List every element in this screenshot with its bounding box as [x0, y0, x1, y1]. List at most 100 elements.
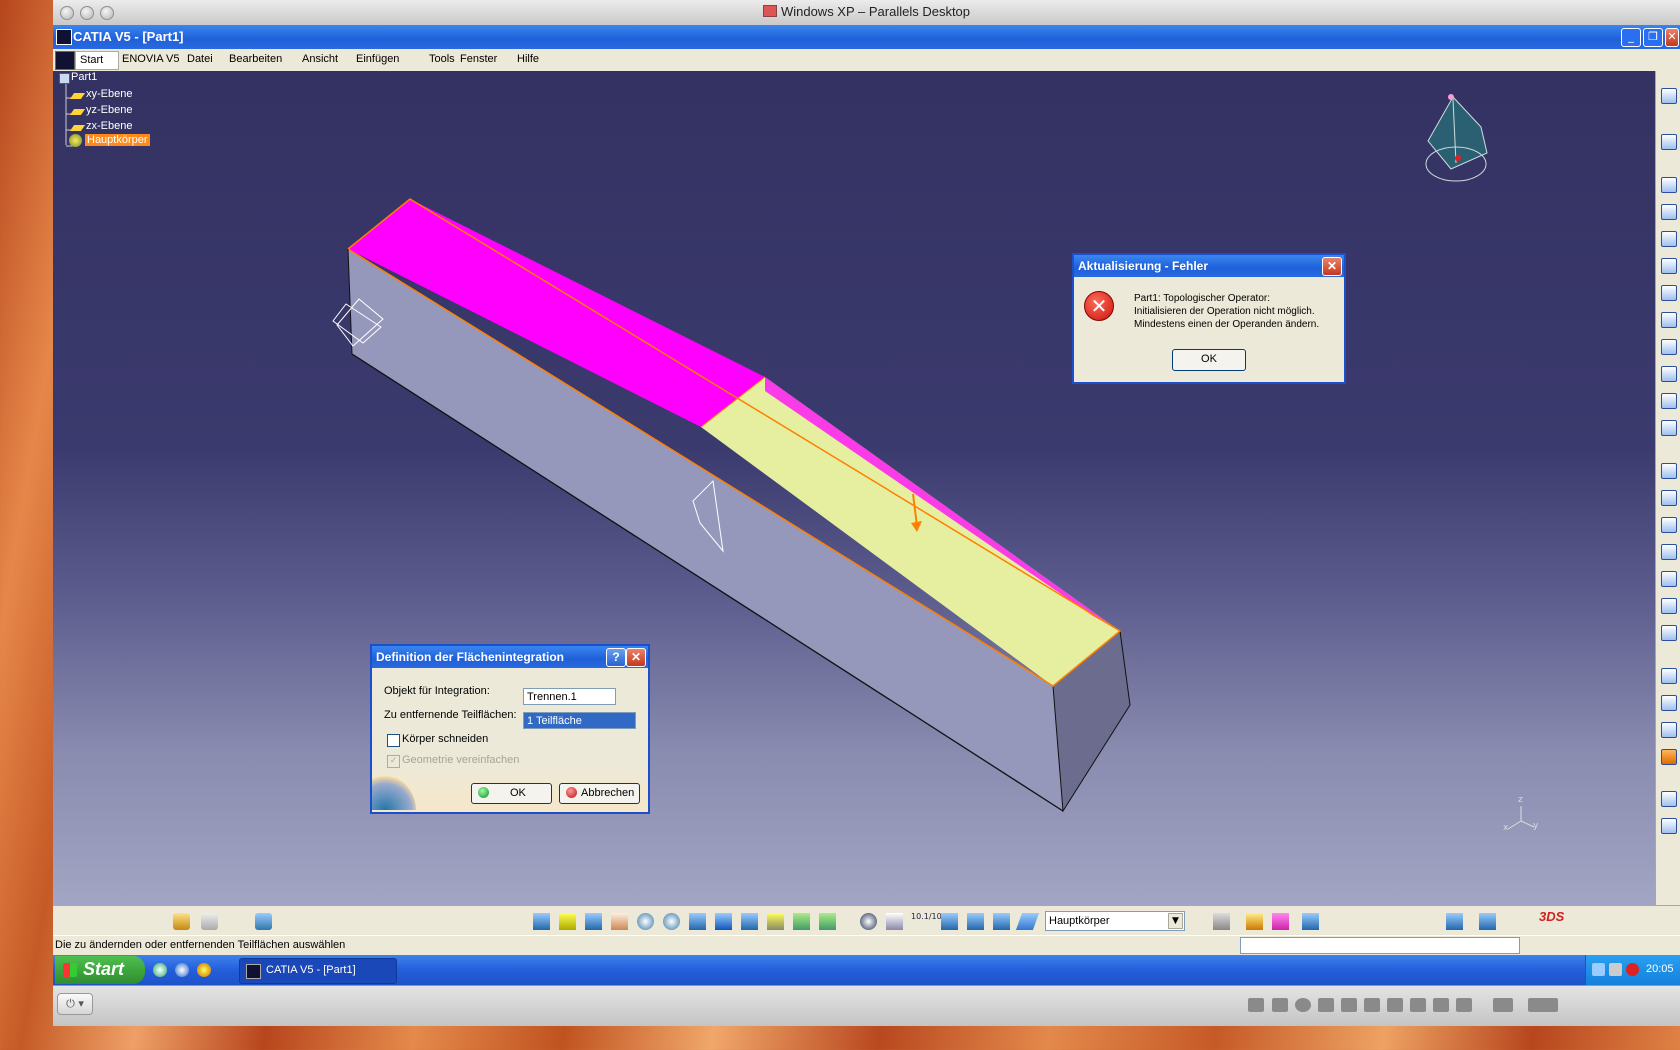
catia-titlebar[interactable]: CATIA V5 - [Part1] _ ❐ ✕: [53, 25, 1680, 49]
mac-titlebar[interactable]: Windows XP – Parallels Desktop: [53, 0, 1680, 26]
tool-icon[interactable]: [1661, 204, 1677, 220]
restore-button[interactable]: ❐: [1643, 28, 1663, 47]
menu-datei[interactable]: Datei: [187, 53, 213, 65]
tool-icon[interactable]: [1661, 668, 1677, 684]
multi-view-icon[interactable]: [715, 913, 732, 930]
tool-icon[interactable]: [1661, 598, 1677, 614]
tool-icon[interactable]: [1661, 258, 1677, 274]
hide-show-icon[interactable]: [793, 913, 810, 930]
measure-icon[interactable]: [941, 913, 958, 930]
tool-icon[interactable]: [1661, 420, 1677, 436]
tool-icon[interactable]: [1661, 339, 1677, 355]
tool-icon[interactable]: [1661, 791, 1677, 807]
tool-icon[interactable]: [1661, 490, 1677, 506]
quicklaunch-desktop-icon[interactable]: [153, 963, 167, 977]
print-icon[interactable]: [255, 913, 272, 930]
cut-body-checkbox[interactable]: [387, 734, 400, 747]
mouse-icon[interactable]: [1272, 998, 1288, 1012]
formula-icon[interactable]: [1479, 913, 1496, 930]
tool-icon[interactable]: [1661, 571, 1677, 587]
keyboard-icon[interactable]: [1248, 998, 1264, 1012]
menu-bearbeiten[interactable]: Bearbeiten: [229, 53, 282, 65]
catia-menu-icon[interactable]: [55, 51, 75, 70]
work-object-icon[interactable]: [1015, 913, 1040, 930]
tool-icon[interactable]: [1661, 695, 1677, 711]
tool-icon[interactable]: [1661, 366, 1677, 382]
power-button[interactable]: ⏻ ▾: [57, 993, 93, 1015]
shared-folder-icon[interactable]: [1433, 998, 1449, 1012]
tray-security-icon[interactable]: [1626, 963, 1639, 976]
error-ok-button[interactable]: OK: [1172, 349, 1246, 371]
quicklaunch-media-icon[interactable]: [197, 963, 211, 977]
printer-icon[interactable]: [1364, 998, 1380, 1012]
pan-icon[interactable]: [585, 913, 602, 930]
tool-icon[interactable]: [1661, 625, 1677, 641]
menu-enovia[interactable]: ENOVIA V5: [122, 53, 179, 65]
intersect-icon[interactable]: [1272, 913, 1289, 930]
network-icon[interactable]: [1318, 998, 1334, 1012]
tool-icon[interactable]: [1661, 722, 1677, 738]
rotate-icon[interactable]: [611, 913, 628, 930]
menu-fenster[interactable]: Fenster: [460, 53, 497, 65]
surface-dialog-close-button[interactable]: ✕: [626, 648, 646, 667]
sketch-plane-icon[interactable]: [201, 913, 218, 930]
taskbar-catia[interactable]: CATIA V5 - [Part1]: [239, 958, 397, 984]
shading-icon[interactable]: [767, 913, 784, 930]
command-input[interactable]: [1240, 937, 1520, 954]
swap-visible-icon[interactable]: [819, 913, 836, 930]
surface-ok-button[interactable]: OK: [471, 783, 552, 804]
tool-icon[interactable]: [1661, 134, 1677, 150]
menu-start[interactable]: Start: [75, 51, 119, 70]
assembly-icon[interactable]: [1213, 913, 1230, 930]
menu-tools[interactable]: Tools: [429, 53, 455, 65]
surface-cancel-button[interactable]: Abbrechen: [559, 783, 640, 804]
settings-icon[interactable]: [1456, 998, 1472, 1012]
tool-icon[interactable]: [1661, 312, 1677, 328]
tool-icon[interactable]: [1661, 231, 1677, 247]
quicklaunch-ie-icon[interactable]: [175, 963, 189, 977]
remove-icon[interactable]: [1302, 913, 1319, 930]
chevron-down-icon[interactable]: ▼: [1168, 913, 1183, 929]
faces-field[interactable]: 1 Teilfläche: [523, 712, 636, 729]
tool-icon[interactable]: [1661, 544, 1677, 560]
usb-icon[interactable]: [1410, 998, 1426, 1012]
fly-mode-icon[interactable]: [533, 913, 550, 930]
catia-app-icon[interactable]: [56, 29, 72, 45]
tool-icon[interactable]: [1661, 818, 1677, 834]
view-mode-icon[interactable]: [1528, 998, 1558, 1012]
sound-icon[interactable]: [1387, 998, 1403, 1012]
minimize-button[interactable]: _: [1621, 28, 1641, 47]
object-field[interactable]: Trennen.1: [523, 688, 616, 705]
normal-view-icon[interactable]: [689, 913, 706, 930]
3d-viewport[interactable]: Part1 xy-Ebene yz-Ebene zx-Ebene Hauptkö…: [53, 71, 1655, 905]
tool-icon[interactable]: [1661, 88, 1677, 104]
sketch-icon[interactable]: [173, 913, 190, 930]
knowledge-icon[interactable]: [1446, 913, 1463, 930]
coherence-icon[interactable]: [1493, 998, 1513, 1012]
tool-icon[interactable]: [1661, 463, 1677, 479]
menu-einfuegen[interactable]: Einfügen: [356, 53, 399, 65]
menu-ansicht[interactable]: Ansicht: [302, 53, 338, 65]
tray-network-icon[interactable]: [1592, 963, 1605, 976]
zoom-out-icon[interactable]: [663, 913, 680, 930]
tool-icon[interactable]: [1661, 393, 1677, 409]
error-dialog-titlebar[interactable]: Aktualisierung - Fehler ✕: [1074, 255, 1344, 277]
tool-icon[interactable]: [1661, 177, 1677, 193]
surface-dialog-titlebar[interactable]: Definition der Flächenintegration ? ✕: [372, 646, 648, 668]
error-dialog-close-button[interactable]: ✕: [1322, 257, 1342, 276]
menu-hilfe[interactable]: Hilfe: [517, 53, 539, 65]
cd-icon[interactable]: [1295, 998, 1311, 1012]
help-button[interactable]: ?: [606, 648, 626, 667]
disk-icon[interactable]: [1341, 998, 1357, 1012]
body-select[interactable]: Hauptkörper ▼: [1045, 911, 1185, 931]
tool-icon[interactable]: [1661, 749, 1677, 765]
iso-view-icon[interactable]: [741, 913, 758, 930]
tool-icon[interactable]: [1661, 517, 1677, 533]
zoom-in-icon[interactable]: [637, 913, 654, 930]
list-icon[interactable]: [993, 913, 1010, 930]
axis-system-icon[interactable]: [886, 913, 903, 930]
close-button[interactable]: ✕: [1665, 28, 1679, 47]
tool-icon[interactable]: [1661, 285, 1677, 301]
simplify-checkbox[interactable]: ✓: [387, 755, 400, 768]
tray-volume-icon[interactable]: [1609, 963, 1622, 976]
